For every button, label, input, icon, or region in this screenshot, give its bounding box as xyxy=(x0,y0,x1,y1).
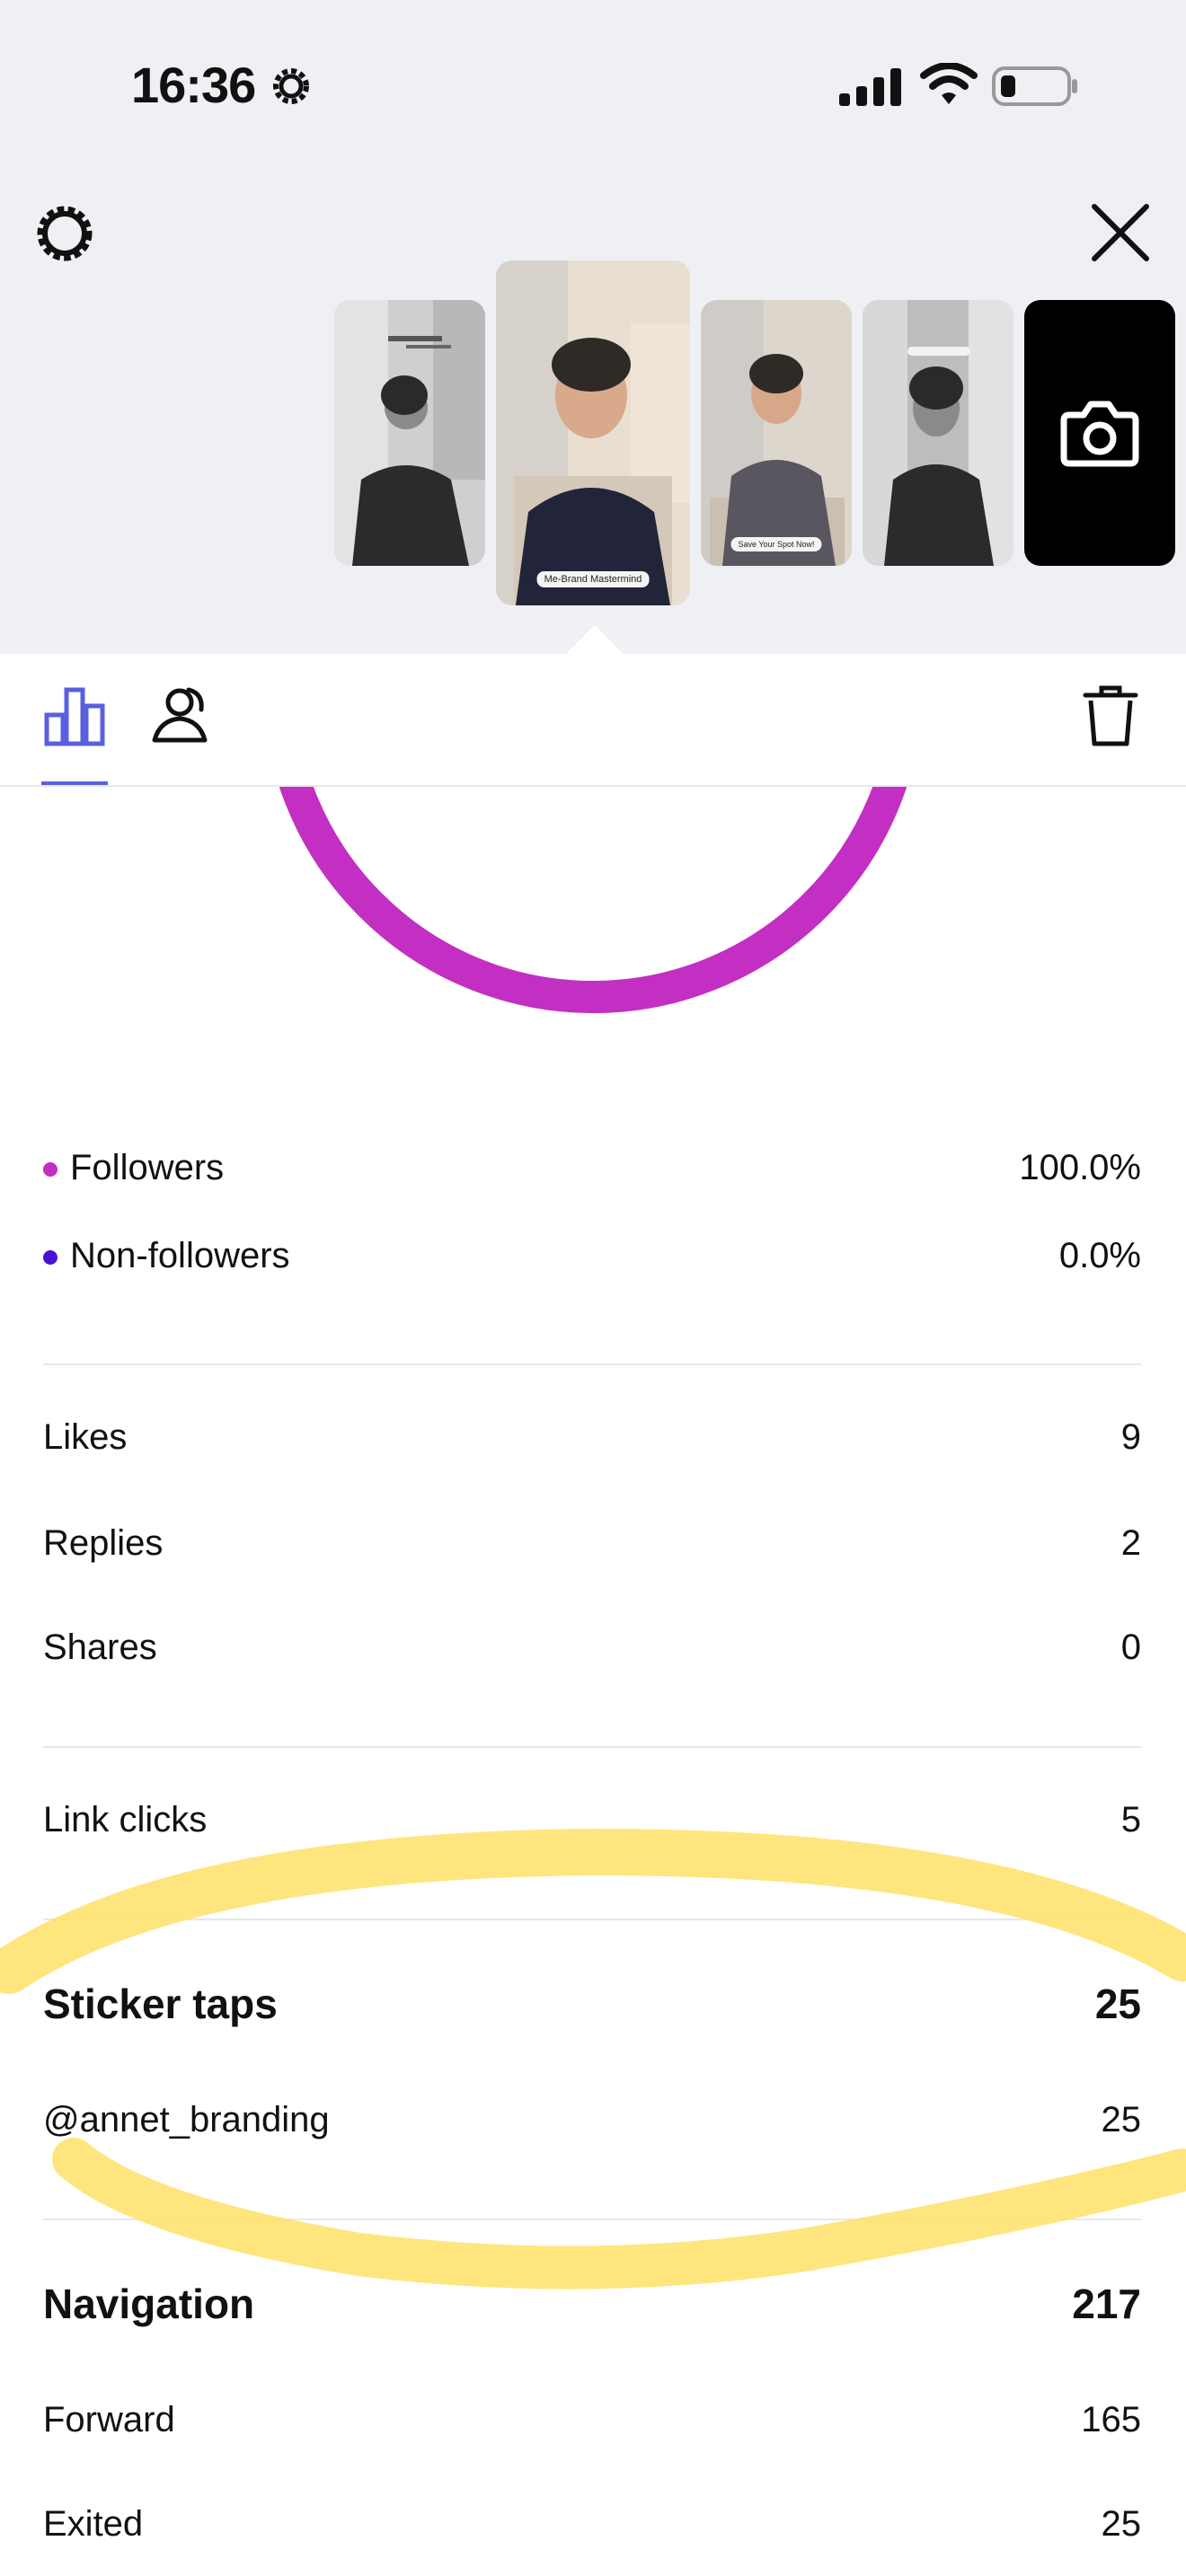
sticker-taps-label: Sticker taps xyxy=(43,1981,278,2027)
donut-slice-followers xyxy=(279,787,907,1013)
story-thumbnail[interactable] xyxy=(334,300,485,566)
likes-value: 9 xyxy=(1120,1417,1141,1457)
likes-row: Likes 9 xyxy=(43,1417,1141,1458)
story-thumbnail-selected[interactable]: Me-Brand Mastermind xyxy=(496,260,690,605)
non-followers-label-wrap: Non-followers xyxy=(43,1236,290,1276)
link-clicks-row: Link clicks 5 xyxy=(43,1800,1141,1840)
battery-icon xyxy=(992,66,1077,106)
story-header: 16:36 Me-Brand Mastermind Save Your Spot… xyxy=(0,0,1186,656)
non-followers-dot xyxy=(43,1250,58,1266)
selected-story-pointer xyxy=(564,625,625,656)
close-icon[interactable] xyxy=(1087,199,1154,266)
followers-label: Followers xyxy=(70,1148,225,1187)
camera-thumbnail[interactable] xyxy=(1024,300,1175,566)
status-time: 16:36 xyxy=(131,57,256,113)
story-sticker-caption: Save Your Spot Now! xyxy=(730,537,822,551)
divider xyxy=(43,2219,1141,2220)
followers-value: 100.0% xyxy=(1019,1148,1141,1187)
viewers-icon[interactable] xyxy=(149,683,216,749)
sticker-taps-value: 25 xyxy=(1094,1981,1141,2027)
replies-row: Replies 2 xyxy=(43,1523,1141,1564)
gear-status-icon xyxy=(273,68,309,104)
forward-row: Forward 165 xyxy=(43,2400,1141,2440)
story-image xyxy=(863,300,1013,566)
sticker-item-row: @annet_branding 25 xyxy=(43,2100,1141,2140)
navigation-label: Navigation xyxy=(43,2280,255,2327)
forward-label: Forward xyxy=(43,2400,175,2439)
navigation-value: 217 xyxy=(1072,2280,1141,2327)
shares-value: 0 xyxy=(1120,1628,1141,1667)
exited-value: 25 xyxy=(1101,2504,1142,2544)
story-image xyxy=(496,260,690,605)
audience-donut-chart xyxy=(279,787,907,1013)
forward-value: 165 xyxy=(1081,2400,1141,2439)
shares-row: Shares 0 xyxy=(43,1628,1141,1668)
sticker-taps-row: Sticker taps 25 xyxy=(43,1980,1141,2028)
link-clicks-value: 5 xyxy=(1120,1800,1141,1839)
camera-icon xyxy=(1060,401,1139,467)
followers-dot xyxy=(43,1162,58,1178)
replies-label: Replies xyxy=(43,1523,164,1563)
story-image xyxy=(701,300,852,566)
trash-icon[interactable] xyxy=(1080,684,1141,749)
non-followers-row: Non-followers 0.0% xyxy=(43,1236,1141,1276)
navigation-row: Navigation 217 xyxy=(43,2280,1141,2328)
wifi-icon xyxy=(920,63,978,104)
story-sticker-caption: Me-Brand Mastermind xyxy=(536,571,650,587)
story-thumbnail[interactable] xyxy=(863,300,1013,566)
shares-label: Shares xyxy=(43,1628,157,1667)
sticker-item-value: 25 xyxy=(1101,2100,1142,2139)
story-image xyxy=(334,300,485,566)
replies-value: 2 xyxy=(1120,1523,1141,1563)
settings-gear-icon[interactable] xyxy=(32,201,97,266)
non-followers-value: 0.0% xyxy=(1058,1236,1141,1275)
insights-tabbar xyxy=(0,656,1186,787)
divider xyxy=(43,1919,1141,1920)
story-thumbnail[interactable]: Save Your Spot Now! xyxy=(701,300,852,566)
non-followers-label: Non-followers xyxy=(70,1236,290,1275)
active-tab-indicator xyxy=(41,781,108,785)
divider xyxy=(43,1746,1141,1748)
followers-label-wrap: Followers xyxy=(43,1148,224,1188)
link-clicks-label: Link clicks xyxy=(43,1800,208,1839)
likes-label: Likes xyxy=(43,1417,128,1457)
insights-chart-icon[interactable] xyxy=(43,684,106,747)
sticker-item-label: @annet_branding xyxy=(43,2100,330,2139)
exited-row: Exited 25 xyxy=(43,2504,1141,2545)
followers-row: Followers 100.0% xyxy=(43,1148,1141,1188)
cellular-signal-icon xyxy=(839,68,901,106)
exited-label: Exited xyxy=(43,2504,144,2544)
divider xyxy=(43,1363,1141,1365)
